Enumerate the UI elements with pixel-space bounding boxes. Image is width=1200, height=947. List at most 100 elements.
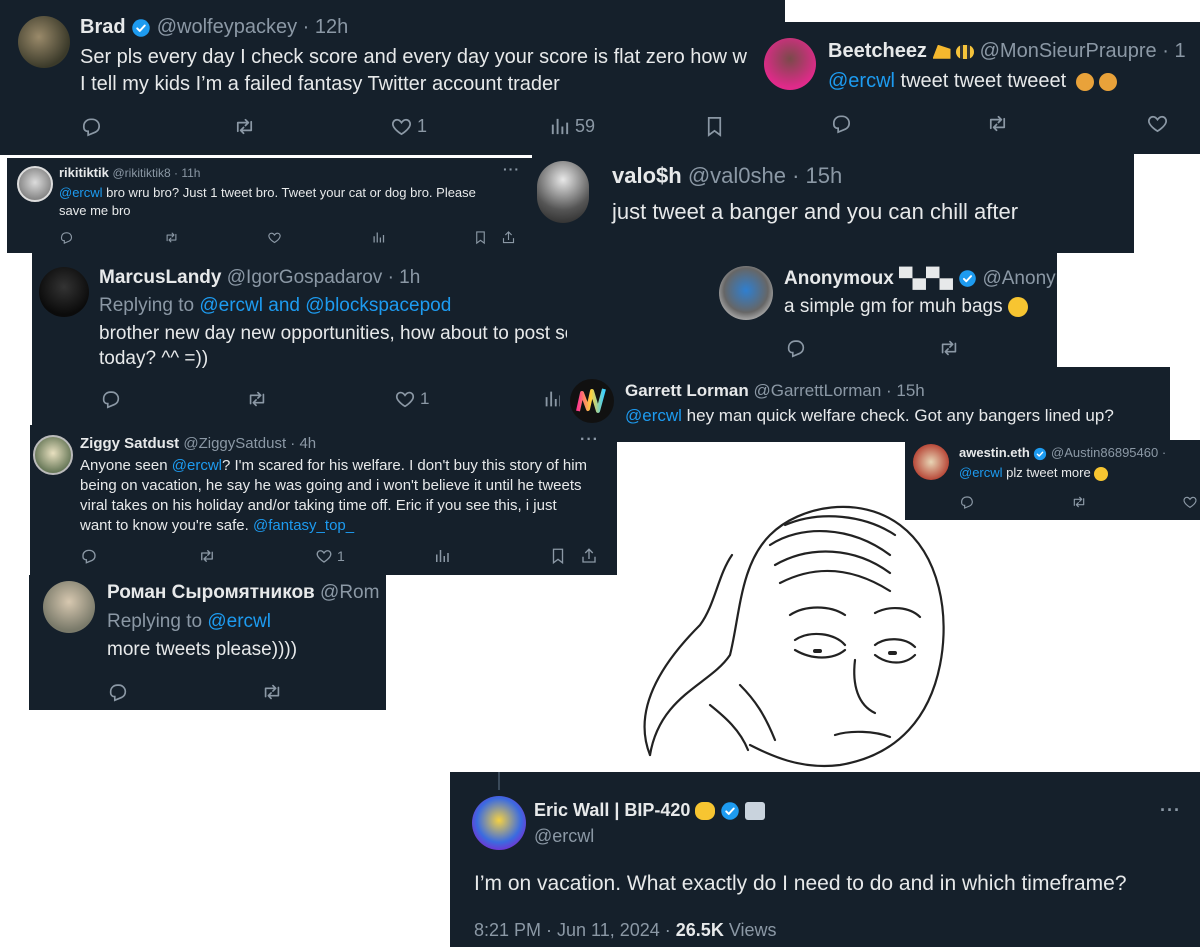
tweet-text-line-2: I tell my kids I’m a failed fantasy Twit… [80,73,560,95]
author-handle[interactable]: @Austin86895460 · [1051,445,1166,460]
author-handle[interactable]: @ercwl [534,826,594,847]
heart-icon [390,115,413,138]
retweet-icon [233,115,256,138]
author-handle[interactable]: @Rom [320,582,379,603]
reply-icon [830,112,853,135]
like-button[interactable]: 1 [390,115,427,138]
avatar[interactable] [39,267,89,317]
tweet-text-line-2: save me bro [59,203,131,218]
views-button[interactable]: 59 [548,115,595,138]
reply-button[interactable] [100,388,122,410]
retweet-button[interactable] [246,388,268,410]
reply-icon [100,388,122,410]
retweet-button[interactable] [164,230,179,245]
mention-link[interactable]: @ercwl [59,185,103,200]
author-handle[interactable]: @MonSieurPraupre · 1 [980,40,1186,62]
tweet-text-line-2: today? ^^ =)) [99,348,209,369]
reply-icon [785,337,807,359]
bookmark-button[interactable] [473,230,488,245]
author-handle[interactable]: @rikitiktik8 · 11h [112,166,200,180]
replying-to-links[interactable]: @ercwl and @blockspacepod [199,295,451,316]
share-button[interactable] [501,230,516,245]
tweet-text-line-1b: ? I'm scared for his welfare. I don't bu… [221,457,588,474]
like-count: 1 [417,116,428,136]
retweet-button[interactable] [233,115,256,138]
reply-button[interactable] [80,547,98,565]
tweet-garrett: Garrett Lorman @GarrettLorman · 15h @erc… [560,367,1170,442]
mention-link[interactable]: @ercwl [625,406,682,425]
replying-label: Replying to [99,295,200,316]
author-name[interactable]: valo$h [612,163,682,188]
heart-icon [1146,112,1169,135]
reply-button[interactable] [830,112,853,135]
mention-link[interactable]: @ercwl [959,465,1003,480]
author-handle[interactable]: @IgorGospadarov · 1h [227,267,421,288]
author-name[interactable]: Роман Сыромятников [107,582,315,603]
author-name[interactable]: rikitiktik [59,165,109,180]
avatar[interactable] [33,435,73,475]
retweet-button[interactable] [1071,494,1087,510]
retweet-icon [986,112,1009,135]
tweet-text: a simple gm for muh bags [784,296,1003,317]
mention-link[interactable]: @fantasy_top_ [253,517,354,534]
author-name[interactable]: MarcusLandy [99,267,221,288]
bookmark-button[interactable] [549,547,567,565]
reply-button[interactable] [959,494,975,510]
author-name[interactable]: Garrett Lorman [625,381,749,400]
views-button[interactable] [433,547,451,565]
cheese-icon [932,44,951,59]
author-name[interactable]: Anonymoux ▀▄▀▄ [784,268,953,289]
author-name[interactable]: Beetcheez [828,40,927,62]
like-button[interactable]: 1 [315,547,345,565]
author-handle[interactable]: @val0she · 15h [688,163,842,188]
author-handle[interactable]: @Anonyr [982,268,1057,289]
tweet-text-line-4: want to know you're safe. [80,517,253,534]
replying-label: Replying to [107,611,208,632]
retweet-button[interactable] [938,337,960,359]
smile-icon [1094,466,1109,481]
avatar[interactable] [18,16,70,68]
views-button[interactable] [371,230,386,245]
retweet-button[interactable] [198,547,216,565]
tweet-text-line-1: Ser pls every day I check score and ever… [80,46,747,68]
reply-button[interactable] [107,681,129,703]
mention-link[interactable]: @ercwl [172,457,222,474]
bookmark-button[interactable] [703,115,726,138]
robot-badge-icon [745,802,766,821]
tweet-eric-wall: Eric Wall | BIP-420 @ercwl ··· I’m on va… [450,772,1200,947]
timestamp[interactable]: 8:21 PM · Jun 11, 2024 · [474,920,676,940]
more-options-button[interactable]: ··· [580,431,599,449]
avatar[interactable] [719,266,773,320]
like-button[interactable] [267,230,282,245]
tweet-text: hey man quick welfare check. Got any ban… [681,406,1114,425]
author-name[interactable]: awestin.eth [959,445,1030,460]
more-options-button[interactable]: ··· [503,161,520,177]
retweet-button[interactable] [261,681,283,703]
avatar[interactable] [43,581,95,633]
author-name[interactable]: Brad [80,16,126,38]
retweet-icon [164,230,179,245]
avatar[interactable] [17,166,53,202]
heart-icon [267,230,282,245]
avatar[interactable] [472,796,526,850]
like-count: 1 [337,548,345,564]
avatar[interactable] [764,38,816,90]
replying-to-link[interactable]: @ercwl [207,611,271,632]
reply-button[interactable] [59,230,74,245]
more-options-button[interactable]: ··· [1160,800,1181,821]
like-button[interactable] [1182,494,1198,510]
author-name[interactable]: Ziggy Satdust [80,435,179,452]
retweet-button[interactable] [986,112,1009,135]
author-name[interactable]: Eric Wall | BIP-420 [534,800,690,820]
reply-icon [80,115,103,138]
avatar[interactable] [570,379,614,423]
author-handle[interactable]: @GarrettLorman · 15h [753,381,924,400]
avatar[interactable] [537,161,589,223]
reply-button[interactable] [785,337,807,359]
like-button[interactable] [1146,112,1169,135]
author-handle[interactable]: @ZiggySatdust · 4h [183,435,316,452]
like-button[interactable]: 1 [394,388,429,410]
reply-button[interactable] [80,115,103,138]
mention-link[interactable]: @ercwl [828,70,895,92]
author-handle[interactable]: @wolfeypackey · 12h [157,16,349,38]
